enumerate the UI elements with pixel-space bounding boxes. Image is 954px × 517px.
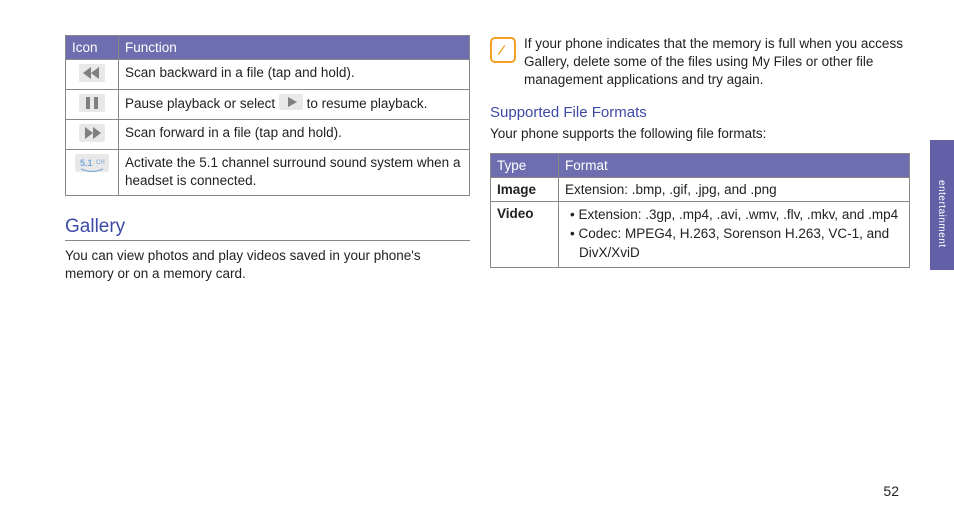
pause-icon — [79, 94, 105, 115]
header-format: Format — [559, 153, 910, 177]
table-row: 5.1 CH Activate the 5.1 channel surround… — [66, 150, 470, 195]
gallery-heading: Gallery — [65, 216, 470, 241]
func-text-post: to resume playback. — [307, 96, 428, 111]
icon-cell — [66, 60, 119, 90]
func-text-pre: Pause playback or select — [125, 96, 279, 111]
page-content: Icon Function Scan backward in a file (t… — [0, 0, 930, 323]
supported-formats-intro: Your phone supports the following file f… — [490, 125, 910, 143]
left-column: Icon Function Scan backward in a file (t… — [65, 35, 470, 293]
table-row: Scan forward in a file (tap and hold). — [66, 120, 470, 150]
table-row: Pause playback or select to resume playb… — [66, 90, 470, 120]
svg-text:CH: CH — [96, 160, 105, 166]
side-tab: entertainment — [930, 140, 954, 270]
table-header-row: Type Format — [491, 153, 910, 177]
format-cell: Extension: .3gp, .mp4, .avi, .wmv, .flv,… — [559, 201, 910, 267]
icon-cell — [66, 90, 119, 120]
icon-cell — [66, 120, 119, 150]
supported-formats-heading: Supported File Formats — [490, 104, 910, 121]
page-number: 52 — [883, 483, 899, 499]
format-table: Type Format Image Extension: .bmp, .gif,… — [490, 153, 910, 268]
list-item: Extension: .3gp, .mp4, .avi, .wmv, .flv,… — [565, 206, 903, 225]
header-function: Function — [119, 36, 470, 60]
table-row: Video Extension: .3gp, .mp4, .avi, .wmv,… — [491, 201, 910, 267]
video-bullets: Extension: .3gp, .mp4, .avi, .wmv, .flv,… — [565, 206, 903, 263]
list-item: Codec: MPEG4, H.263, Sorenson H.263, VC-… — [565, 225, 903, 263]
header-icon: Icon — [66, 36, 119, 60]
function-cell: Activate the 5.1 channel surround sound … — [119, 150, 470, 195]
scan-forward-icon — [79, 124, 105, 145]
type-cell: Image — [491, 177, 559, 201]
scan-backward-icon — [79, 64, 105, 85]
table-row: Scan backward in a file (tap and hold). — [66, 60, 470, 90]
header-type: Type — [491, 153, 559, 177]
format-cell: Extension: .bmp, .gif, .jpg, and .png — [559, 177, 910, 201]
note-block: If your phone indicates that the memory … — [490, 35, 910, 90]
table-header-row: Icon Function — [66, 36, 470, 60]
right-column: If your phone indicates that the memory … — [490, 35, 910, 293]
icon-cell: 5.1 CH — [66, 150, 119, 195]
function-cell: Scan backward in a file (tap and hold). — [119, 60, 470, 90]
play-icon — [279, 94, 303, 115]
surround-51-icon: 5.1 CH — [75, 154, 109, 175]
function-cell: Pause playback or select to resume playb… — [119, 90, 470, 120]
icon-function-table: Icon Function Scan backward in a file (t… — [65, 35, 470, 196]
side-tab-label: entertainment — [936, 180, 947, 248]
svg-text:5.1: 5.1 — [80, 158, 93, 168]
gallery-text: You can view photos and play videos save… — [65, 247, 470, 283]
function-cell: Scan forward in a file (tap and hold). — [119, 120, 470, 150]
note-icon — [490, 37, 516, 63]
table-row: Image Extension: .bmp, .gif, .jpg, and .… — [491, 177, 910, 201]
type-cell: Video — [491, 201, 559, 267]
note-text: If your phone indicates that the memory … — [524, 35, 910, 90]
